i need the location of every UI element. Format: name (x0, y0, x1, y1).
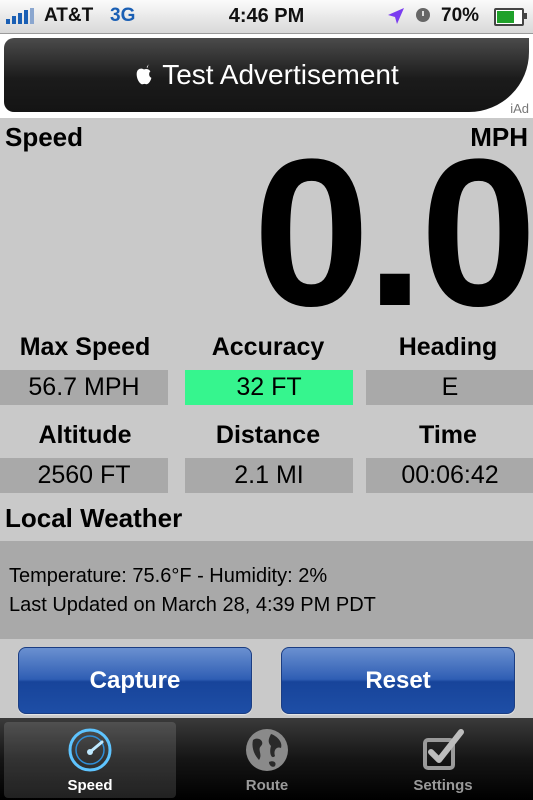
ad-title: Test Advertisement (162, 59, 399, 90)
tab-speed[interactable]: Speed (4, 722, 176, 798)
battery-icon (494, 8, 527, 26)
tab-bar: Speed Route Settings (0, 718, 533, 800)
globe-icon (246, 729, 288, 771)
speedometer-icon (68, 728, 112, 772)
status-bar: AT&T 3G 4:46 PM 70% (0, 0, 533, 34)
tab-speed-label: Speed (67, 777, 113, 794)
accuracy-value: 32 FT (185, 370, 353, 405)
ad-banner-container: Test Advertisement iAd (0, 34, 533, 118)
tab-settings-label: Settings (413, 777, 473, 794)
altitude-value: 2560 FT (0, 458, 168, 493)
max-speed-value: 56.7 MPH (0, 370, 168, 405)
weather-temperature: Temperature: 75.6°F - Humidity: 2% (9, 565, 328, 587)
reset-button[interactable]: Reset (281, 647, 515, 714)
max-speed-label: Max Speed (19, 333, 151, 361)
capture-button[interactable]: Capture (18, 647, 252, 714)
tab-route[interactable]: Route (181, 722, 353, 798)
time-value: 00:06:42 (366, 458, 533, 493)
speed-label: Speed (5, 122, 84, 152)
tab-route-label: Route (245, 777, 289, 794)
local-weather-title: Local Weather (5, 503, 183, 533)
location-arrow-icon (386, 6, 406, 32)
apple-logo-icon (136, 64, 152, 85)
altitude-label: Altitude (38, 421, 132, 449)
weather-last-updated: Last Updated on March 28, 4:39 PM PDT (9, 594, 376, 616)
alarm-clock-icon (416, 8, 430, 22)
checkbox-icon (423, 729, 464, 770)
weather-panel: Temperature: 75.6°F - Humidity: 2% Last … (0, 541, 533, 639)
battery-percent: 70% (441, 5, 480, 26)
accuracy-label: Accuracy (211, 333, 325, 361)
heading-label: Heading (398, 333, 498, 361)
time-label: Time (419, 421, 477, 449)
speed-readout: 0.0 (253, 115, 533, 350)
heading-value: E (366, 370, 533, 405)
distance-label: Distance (215, 421, 321, 449)
ad-banner[interactable]: Test Advertisement (4, 38, 529, 112)
iad-badge: iAd (510, 101, 529, 116)
distance-value: 2.1 MI (185, 458, 353, 493)
tab-settings[interactable]: Settings (357, 722, 529, 798)
